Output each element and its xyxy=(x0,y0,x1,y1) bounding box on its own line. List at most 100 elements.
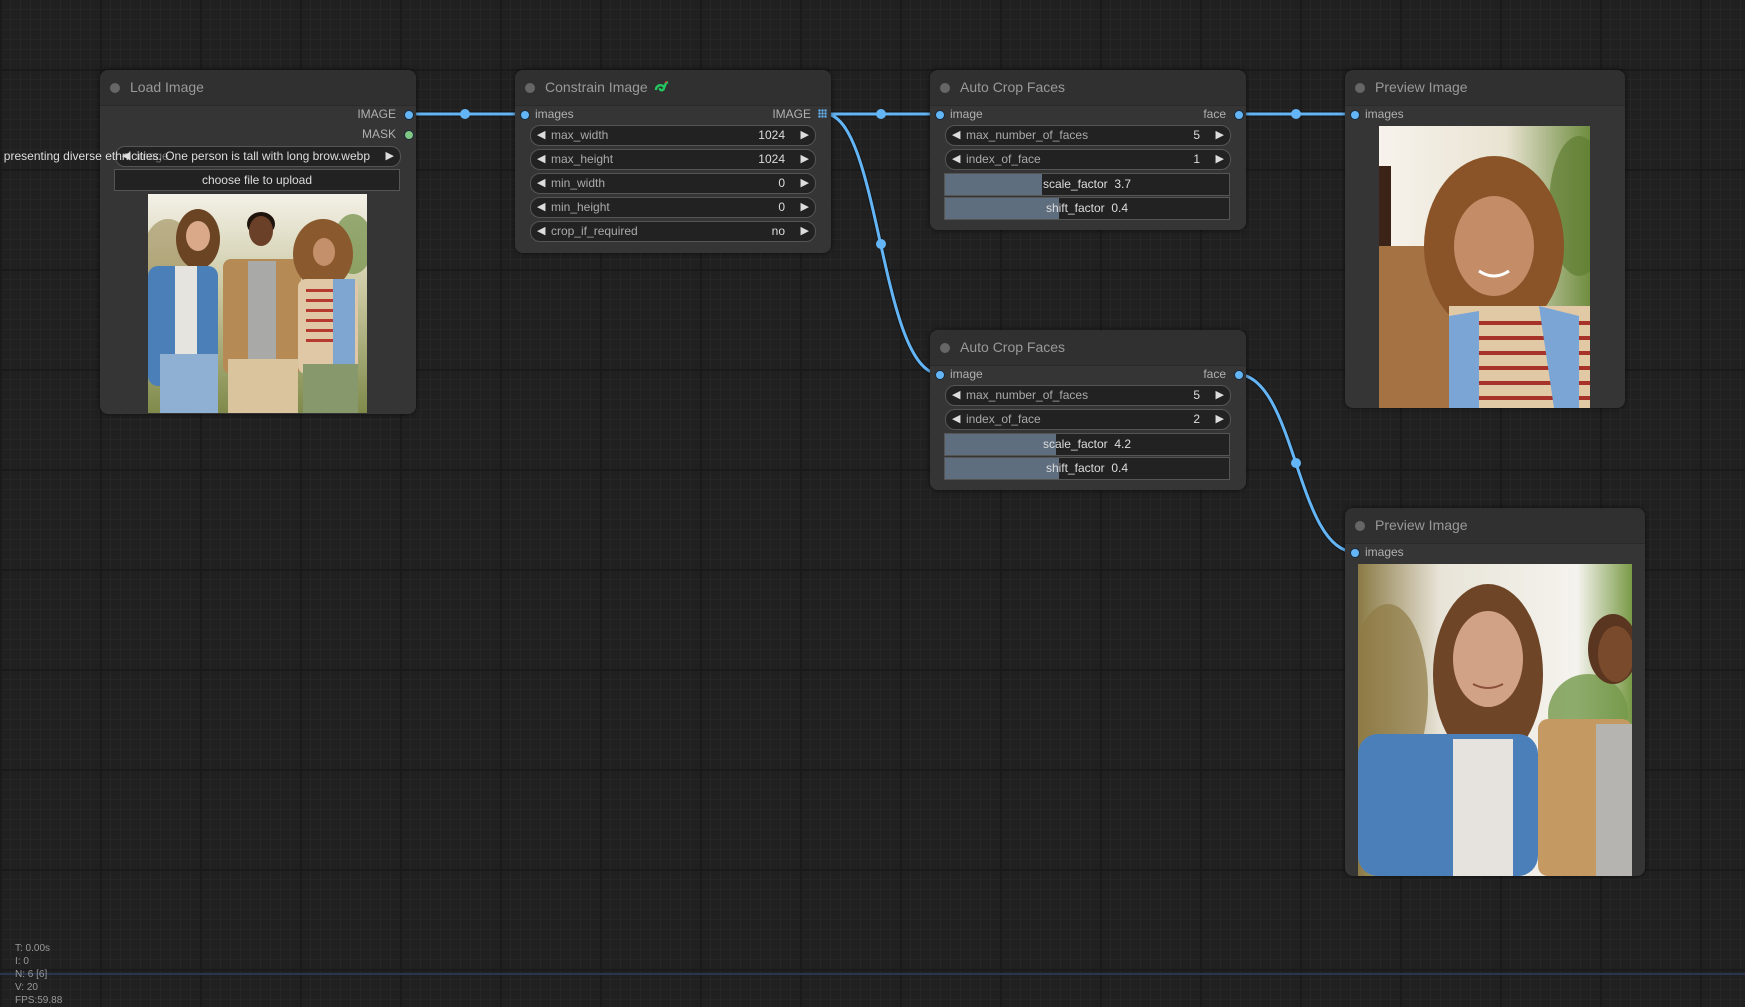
widget-value: 0 xyxy=(778,176,785,190)
list-grid-icon[interactable] xyxy=(818,109,827,118)
node-constrain-image[interactable]: Constrain Image images IMAGE ◀ max_width… xyxy=(515,70,831,253)
arrow-right-icon[interactable]: ▶ xyxy=(801,150,809,169)
image-preview xyxy=(1379,126,1590,408)
link-center-marker[interactable] xyxy=(1291,109,1301,119)
widget-label: max_number_of_faces xyxy=(966,128,1089,142)
link-crop2-to-preview2[interactable] xyxy=(1235,372,1356,554)
min-width-number[interactable]: ◀ min_width 0 ▶ xyxy=(530,173,816,194)
input-images-slot[interactable] xyxy=(520,110,530,120)
widget-label: index_of_face xyxy=(966,152,1041,166)
node-preview-image-1[interactable]: Preview Image images xyxy=(1345,70,1625,408)
slider-label: shift_factor xyxy=(1045,461,1105,475)
collapse-dot[interactable] xyxy=(940,343,950,353)
arrow-right-icon[interactable]: ▶ xyxy=(1216,386,1224,405)
widget-value: 1024 xyxy=(758,152,785,166)
slider-value: 0.4 xyxy=(1111,461,1129,475)
node-auto-crop-faces-2[interactable]: Auto Crop Faces image face ◀ max_number_… xyxy=(930,330,1246,490)
slider-label: scale_factor xyxy=(1042,437,1108,451)
shift-factor-slider[interactable]: shift_factor 0.4 xyxy=(944,457,1230,480)
max-number-of-faces-number[interactable]: ◀ max_number_of_faces 5 ▶ xyxy=(945,125,1231,146)
node-title: Preview Image xyxy=(1375,79,1468,95)
input-images-label: images xyxy=(1365,545,1404,559)
node-header[interactable]: Auto Crop Faces xyxy=(930,330,1246,366)
widget-value: 1 xyxy=(1193,152,1200,166)
collapse-dot[interactable] xyxy=(525,83,535,93)
upload-button[interactable]: choose file to upload xyxy=(114,169,400,191)
input-image-slot[interactable] xyxy=(935,370,945,380)
scale-factor-slider[interactable]: scale_factor 3.7 xyxy=(944,173,1230,196)
node-title: Preview Image xyxy=(1375,517,1468,533)
node-header[interactable]: Load Image xyxy=(100,70,416,106)
widget-label: max_number_of_faces xyxy=(966,388,1089,402)
node-header[interactable]: Auto Crop Faces xyxy=(930,70,1246,106)
min-height-number[interactable]: ◀ min_height 0 ▶ xyxy=(530,197,816,218)
arrow-left-icon[interactable]: ◀ xyxy=(952,126,960,145)
image-file-combo[interactable]: ◀ image presenting diverse ethnicities. … xyxy=(4,146,401,167)
arrow-right-icon[interactable]: ▶ xyxy=(1216,150,1224,169)
shift-factor-slider[interactable]: shift_factor 0.4 xyxy=(944,197,1230,220)
slider-fill xyxy=(945,198,1059,219)
max-height-number[interactable]: ◀ max_height 1024 ▶ xyxy=(530,149,816,170)
widget-value: 5 xyxy=(1193,388,1200,402)
output-face-slot[interactable] xyxy=(1234,370,1244,380)
arrow-left-icon[interactable]: ◀ xyxy=(952,410,960,429)
output-image-slot[interactable] xyxy=(404,110,414,120)
image-preview xyxy=(148,194,367,413)
slider-value: 4.2 xyxy=(1114,437,1132,451)
output-face-slot[interactable] xyxy=(1234,110,1244,120)
slider-value: 0.4 xyxy=(1111,201,1129,215)
arrow-left-icon[interactable]: ◀ xyxy=(537,126,545,145)
arrow-right-icon[interactable]: ▶ xyxy=(801,174,809,193)
output-face-label: face xyxy=(1203,367,1226,381)
arrow-left-icon[interactable]: ◀ xyxy=(537,222,545,241)
crop-if-required-combo[interactable]: ◀ crop_if_required no ▶ xyxy=(530,221,816,242)
node-title: Auto Crop Faces xyxy=(960,79,1066,95)
slider-fill xyxy=(945,174,1042,195)
node-load-image[interactable]: Load Image IMAGE MASK ◀ image presenting… xyxy=(4,70,416,414)
link-center-marker[interactable] xyxy=(876,239,886,249)
image-preview xyxy=(1358,564,1632,876)
arrow-right-icon[interactable]: ▶ xyxy=(1216,410,1224,429)
widget-label: crop_if_required xyxy=(551,224,638,238)
node-header[interactable]: Preview Image xyxy=(1345,70,1625,106)
node-preview-image-2[interactable]: Preview Image images xyxy=(1345,508,1645,876)
input-images-slot[interactable] xyxy=(1350,548,1360,558)
arrow-right-icon[interactable]: ▶ xyxy=(801,198,809,217)
max-number-of-faces-number[interactable]: ◀ max_number_of_faces 5 ▶ xyxy=(945,385,1231,406)
arrow-left-icon[interactable]: ◀ xyxy=(537,198,545,217)
arrow-right-icon[interactable]: ▶ xyxy=(801,126,809,145)
scale-factor-slider[interactable]: scale_factor 4.2 xyxy=(944,433,1230,456)
canvas-border-line xyxy=(0,973,1745,975)
input-image-slot[interactable] xyxy=(935,110,945,120)
collapse-dot[interactable] xyxy=(1355,83,1365,93)
max-width-number[interactable]: ◀ max_width 1024 ▶ xyxy=(530,125,816,146)
link-constrain-to-crop2[interactable] xyxy=(824,112,941,376)
arrow-left-icon[interactable]: ◀ xyxy=(952,150,960,169)
slider-label: shift_factor xyxy=(1045,201,1105,215)
link-center-marker[interactable] xyxy=(876,109,886,119)
widget-value: presenting diverse ethnicities. One pers… xyxy=(3,149,370,163)
arrow-right-icon[interactable]: ▶ xyxy=(386,147,394,166)
link-center-marker[interactable] xyxy=(460,109,470,119)
link-center-marker[interactable] xyxy=(1291,458,1301,468)
output-mask-slot[interactable] xyxy=(404,130,414,140)
input-images-slot[interactable] xyxy=(1350,110,1360,120)
stat-time: T: 0.00s xyxy=(15,943,51,954)
index-of-face-number[interactable]: ◀ index_of_face 2 ▶ xyxy=(945,409,1231,430)
index-of-face-number[interactable]: ◀ index_of_face 1 ▶ xyxy=(945,149,1231,170)
collapse-dot[interactable] xyxy=(1355,521,1365,531)
node-auto-crop-faces-1[interactable]: Auto Crop Faces image face ◀ max_number_… xyxy=(930,70,1246,230)
arrow-left-icon[interactable]: ◀ xyxy=(952,386,960,405)
collapse-dot[interactable] xyxy=(110,83,120,93)
arrow-right-icon[interactable]: ▶ xyxy=(801,222,809,241)
collapse-dot[interactable] xyxy=(940,83,950,93)
widget-value: 5 xyxy=(1193,128,1200,142)
arrow-left-icon[interactable]: ◀ xyxy=(537,174,545,193)
node-title: Auto Crop Faces xyxy=(960,339,1066,355)
arrow-right-icon[interactable]: ▶ xyxy=(1216,126,1224,145)
slider-value: 3.7 xyxy=(1114,177,1132,191)
node-header[interactable]: Preview Image xyxy=(1345,508,1645,544)
input-image-label: image xyxy=(950,367,983,381)
arrow-left-icon[interactable]: ◀ xyxy=(537,150,545,169)
node-header[interactable]: Constrain Image xyxy=(515,70,831,106)
